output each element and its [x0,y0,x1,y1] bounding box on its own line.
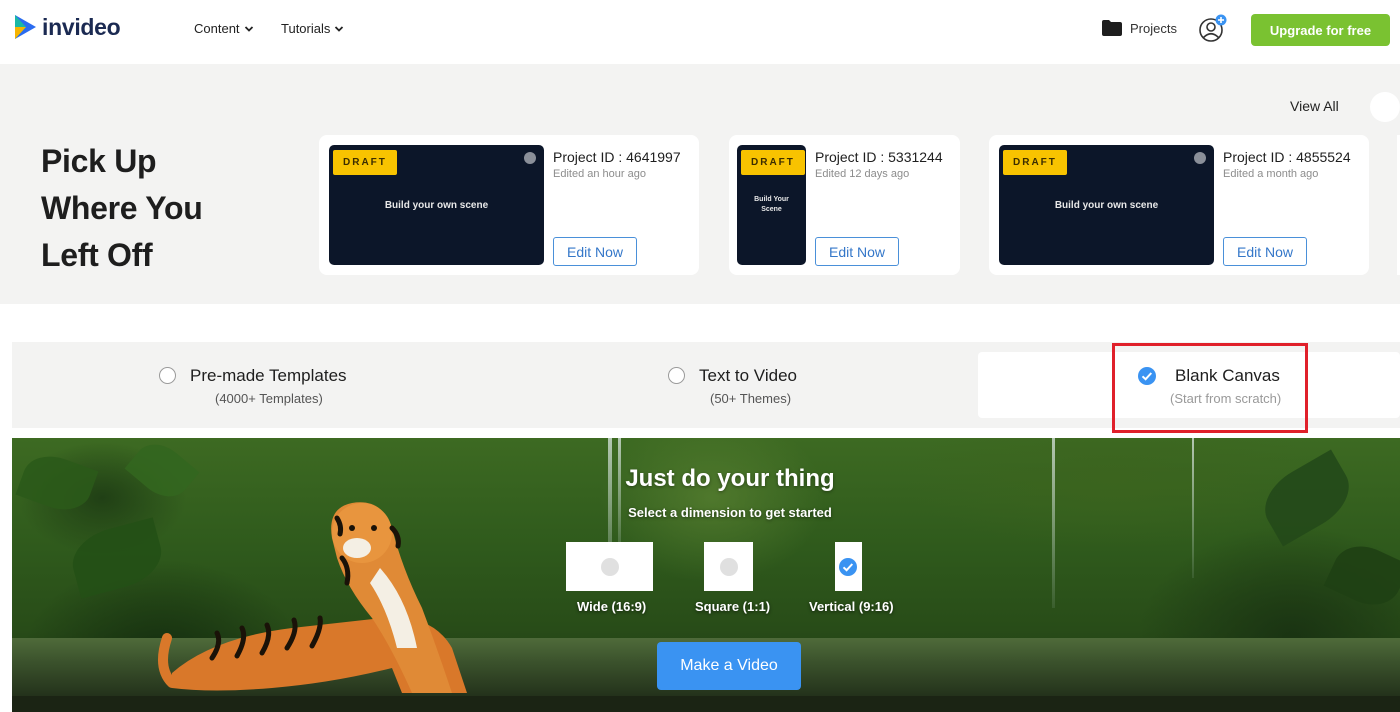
option-premade-templates[interactable]: Pre-made Templates (4000+ Templates) [12,342,492,428]
watermark-icon [1194,152,1206,164]
nav-content[interactable]: Content [194,21,254,36]
top-header: invideo Content Tutorials Projects Upgra… [0,0,1400,64]
logo-text: invideo [42,13,121,40]
projects-link[interactable]: Projects [1102,20,1177,36]
edit-now-button[interactable]: Edit Now [815,237,899,266]
hero-subtitle: Select a dimension to get started [628,505,832,520]
pickup-heading: Pick Up Where You Left Off [41,138,203,279]
dimension-square-label[interactable]: Square (1:1) [695,599,770,614]
add-user-icon[interactable] [1198,14,1228,44]
watermark-icon [524,152,536,164]
option-subtitle: (Start from scratch) [1170,391,1282,406]
project-id: Project ID : 4641997 [553,149,681,165]
nav-content-label: Content [194,21,240,36]
invideo-logo[interactable]: invideo [12,12,121,42]
thumbnail-caption: Build Your Scene [754,196,789,213]
option-blank-canvas[interactable]: Blank Canvas (Start from scratch) [978,342,1400,428]
project-id: Project ID : 4855524 [1223,149,1351,165]
option-subtitle: (50+ Themes) [710,391,792,406]
hero-title: Just do your thing [625,465,835,492]
draft-badge: DRAFT [1003,150,1067,175]
dimension-wide-label[interactable]: Wide (16:9) [577,599,646,614]
pickup-heading-line-3: Left Off [41,237,153,273]
hero-banner: Just do your thing Select a dimension to… [12,438,1400,712]
pickup-heading-line-2: Where You [41,190,203,226]
project-thumbnail[interactable]: DRAFT Build your own scene [329,145,544,265]
option-subtitle: (4000+ Templates) [215,391,323,406]
chevron-down-icon [335,25,344,32]
project-edited-time: Edited a month ago [1223,168,1319,180]
invideo-logo-icon [15,15,36,39]
thumbnail-caption: Build your own scene [384,200,489,211]
project-thumbnail[interactable]: DRAFT Build Your Scene [737,145,806,265]
radio-dot-icon [600,557,619,576]
edit-now-button[interactable]: Edit Now [1223,237,1307,266]
project-card[interactable]: DRAFT Build your own scene Project ID : … [319,135,699,275]
water-pool [12,696,1400,712]
option-title: Blank Canvas [1175,366,1280,385]
check-circle-icon [839,558,857,576]
waterfall-stream [1052,438,1055,608]
draft-badge: DRAFT [333,150,397,175]
nav-tutorials-label: Tutorials [281,21,331,36]
radio-button[interactable] [668,367,685,384]
check-circle-icon[interactable] [1138,367,1156,385]
thumbnail-caption: Build your own scene [1054,200,1159,211]
dimension-square[interactable] [704,542,753,591]
edit-now-button[interactable]: Edit Now [553,237,637,266]
waterfall-stream [618,438,621,558]
folder-icon [1102,20,1122,36]
option-title: Text to Video [699,366,797,385]
chevron-down-icon [244,25,253,32]
upgrade-button[interactable]: Upgrade for free [1251,14,1390,46]
option-title: Pre-made Templates [190,366,347,385]
pickup-heading-line-1: Pick Up [41,143,157,179]
view-all-link[interactable]: View All [1290,98,1339,114]
dimension-vertical[interactable] [835,542,862,591]
scroll-right-button[interactable] [1370,92,1400,122]
creation-mode-options: Pre-made Templates (4000+ Templates) Tex… [12,342,1400,428]
leaf-decoration [1323,535,1400,616]
projects-label: Projects [1130,20,1177,36]
make-video-button[interactable]: Make a Video [657,642,801,690]
option-text-to-video[interactable]: Text to Video (50+ Themes) [492,342,972,428]
project-id: Project ID : 5331244 [815,149,943,165]
nav-tutorials[interactable]: Tutorials [281,21,344,36]
project-edited-time: Edited an hour ago [553,168,646,180]
project-card[interactable]: DRAFT Build your own scene Project ID : … [989,135,1369,275]
dimension-wide[interactable] [566,542,653,591]
dimension-vertical-label[interactable]: Vertical (9:16) [809,599,894,614]
tiger-image [158,502,467,693]
draft-badge: DRAFT [741,150,805,175]
project-edited-time: Edited 12 days ago [815,168,910,180]
radio-button[interactable] [159,367,176,384]
recent-projects-section: Pick Up Where You Left Off View All DRAF… [0,64,1400,304]
radio-dot-icon [719,557,738,576]
project-thumbnail[interactable]: DRAFT Build your own scene [999,145,1214,265]
project-card[interactable]: DRAFT Build Your Scene Project ID : 5331… [729,135,960,275]
